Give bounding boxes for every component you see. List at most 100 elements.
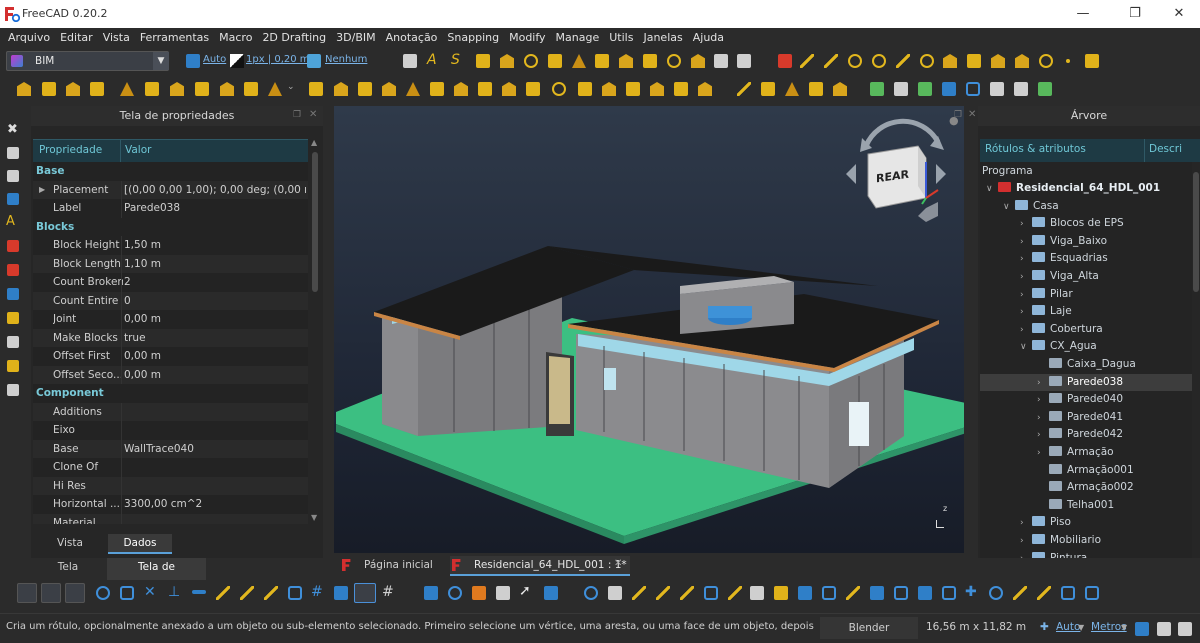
layer-icon[interactable] (307, 54, 321, 68)
property-row[interactable]: Offset Seco... 0,00 m (33, 365, 308, 384)
property-row[interactable]: Horizontal ... 3300,00 cm^2 (33, 495, 308, 514)
pillar-icon[interactable] (595, 54, 609, 68)
tab-vista[interactable]: Vista (50, 534, 90, 552)
collapsed-arrow-icon[interactable]: › (1020, 322, 1032, 339)
exit-icon[interactable] (737, 54, 751, 68)
property-value[interactable]: 2 (124, 273, 306, 291)
chevron-down-icon[interactable]: ▼ (1121, 623, 1127, 632)
draw-line-icon[interactable] (846, 586, 860, 600)
column-icon[interactable] (170, 82, 184, 96)
tree-item[interactable]: Telha001 (1037, 497, 1114, 515)
tree-item[interactable]: ∨ Residencial_64_HDL_001 (986, 180, 1160, 198)
bspline-icon[interactable] (920, 54, 934, 68)
collapsed-arrow-icon[interactable]: › (1020, 287, 1032, 304)
window-icon[interactable] (268, 82, 282, 96)
close-icon[interactable]: ✕ (968, 109, 976, 120)
component-icon[interactable] (602, 82, 616, 96)
line-style-button[interactable]: 1px | 0,20 m (246, 54, 310, 65)
property-row[interactable]: Material (33, 513, 308, 524)
dimension-tool-icon[interactable] (990, 82, 1004, 96)
space-icon[interactable] (90, 82, 104, 96)
property-scrollbar[interactable]: ▲ ▼ (310, 138, 320, 525)
property-row[interactable]: Base WallTrace040 (33, 439, 308, 458)
library-icon[interactable] (698, 82, 712, 96)
sketch-icon[interactable] (680, 586, 694, 600)
3d-viewport[interactable]: REAR ● z (334, 106, 994, 553)
minimize-button[interactable]: — (1060, 3, 1106, 25)
image-icon[interactable] (403, 54, 417, 68)
view-icon[interactable] (7, 147, 19, 159)
draft-line-red-icon[interactable] (778, 54, 792, 68)
point-icon[interactable] (1066, 59, 1070, 63)
tree-item[interactable]: › Mobiliario (1020, 532, 1101, 550)
menu-2d-drafting[interactable]: 2D Drafting (257, 28, 331, 48)
eraser-icon[interactable] (750, 586, 764, 600)
collapsed-arrow-icon[interactable]: › (1020, 251, 1032, 268)
upgrade-icon[interactable] (809, 82, 823, 96)
selection-icon[interactable] (7, 336, 19, 348)
snap-dimensions-button[interactable] (354, 583, 376, 603)
workbench-selector[interactable]: BIM ▼ (6, 51, 169, 71)
chevron-down-icon[interactable]: ▼ (1078, 623, 1084, 632)
snap-angle-icon[interactable] (120, 586, 134, 600)
annotation-style-icon[interactable] (524, 54, 538, 68)
group-icon[interactable] (822, 586, 836, 600)
pipe-icon[interactable] (309, 82, 323, 96)
hash-grid-icon[interactable] (643, 54, 657, 68)
property-row[interactable]: Additions (33, 402, 308, 421)
property-group[interactable]: Base (33, 162, 308, 181)
menu-ajuda[interactable]: Ajuda (688, 28, 729, 48)
site-icon[interactable] (17, 82, 31, 96)
scrollbar-thumb[interactable] (1193, 172, 1199, 292)
panel-icon[interactable] (382, 82, 396, 96)
snap-near-icon[interactable] (264, 586, 278, 600)
expand-arrow-icon[interactable]: ▶ (39, 181, 45, 199)
snap-special-icon[interactable] (240, 586, 254, 600)
maximize-button[interactable]: ❐ (1112, 3, 1158, 25)
auto-plane-status-button[interactable]: Auto (1056, 621, 1080, 633)
tree-item[interactable]: › Blocos de EPS (1020, 215, 1124, 233)
tab-dados[interactable]: Dados (108, 534, 172, 554)
python-icon[interactable] (7, 288, 19, 300)
tree-item[interactable]: › Laje (1020, 303, 1072, 321)
layer-button[interactable]: Nenhum (325, 54, 367, 65)
report-icon[interactable] (7, 240, 19, 252)
tree-item[interactable]: Caixa_Dagua (1037, 356, 1136, 374)
collapsed-arrow-icon[interactable]: › (1037, 392, 1049, 409)
property-value[interactable]: 0,00 m (124, 347, 306, 365)
snap-intersection-icon[interactable]: ✕ (144, 584, 156, 600)
polygon-icon[interactable] (943, 54, 957, 68)
expanded-arrow-icon[interactable]: ∨ (1003, 199, 1015, 216)
settings-icon[interactable] (1178, 622, 1192, 636)
menu-anotacao[interactable]: Anotação (381, 28, 443, 48)
slab-icon[interactable] (220, 82, 234, 96)
property-value[interactable]: [(0,00 0,00 1,00); 0,00 deg; (0,00 m 0,.… (124, 181, 306, 199)
scrollbar-thumb[interactable] (312, 152, 318, 292)
snap-endpoint-button[interactable] (41, 583, 61, 603)
tree-item[interactable]: Armação002 (1037, 479, 1134, 497)
building-icon[interactable] (42, 82, 56, 96)
layers-icon[interactable] (7, 170, 19, 182)
snap-grid-icon[interactable]: # (311, 584, 323, 600)
construction-mode-icon[interactable] (186, 54, 200, 68)
profile-icon[interactable] (626, 82, 640, 96)
downgrade-icon[interactable] (833, 82, 847, 96)
frame-icon[interactable] (406, 82, 420, 96)
circle-icon[interactable] (848, 54, 862, 68)
property-value[interactable]: true (124, 329, 306, 347)
arc-3points-icon[interactable] (896, 54, 910, 68)
array-icon[interactable] (1061, 586, 1075, 600)
tree-item[interactable]: › Armação (1037, 444, 1114, 462)
trim-icon[interactable] (1085, 586, 1099, 600)
chevron-down-icon[interactable]: ⌄ (287, 82, 295, 92)
macro-icon[interactable] (472, 586, 486, 600)
roof-icon[interactable] (358, 82, 372, 96)
property-row[interactable]: Offset First 0,00 m (33, 347, 308, 366)
schedule-icon[interactable] (578, 82, 592, 96)
refresh-icon[interactable] (448, 586, 462, 600)
import-icon[interactable] (870, 586, 884, 600)
property-row[interactable]: Make Blocks true (33, 328, 308, 347)
snap-status-icon[interactable] (1135, 622, 1149, 636)
property-value[interactable]: 0,00 m (124, 310, 306, 328)
nudge-icon[interactable] (674, 82, 688, 96)
